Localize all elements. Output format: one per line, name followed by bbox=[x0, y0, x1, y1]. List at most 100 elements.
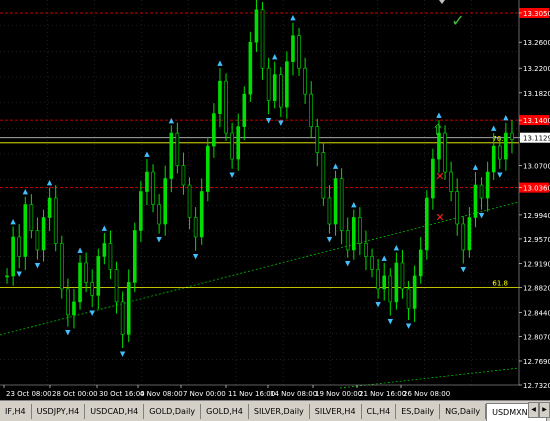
candle-body bbox=[351, 217, 356, 251]
fractal-up-marker: ▲ bbox=[144, 150, 150, 158]
scroll-left-icon[interactable]: ◀ bbox=[528, 402, 539, 418]
price-axis-label: 12.8440 bbox=[523, 309, 550, 317]
candle-body bbox=[218, 80, 222, 114]
date-axis-label: 14 Nov 08:00 bbox=[270, 390, 317, 398]
date-axis-label: 11 Nov 16:00 bbox=[228, 390, 275, 398]
fib-level-label: 61.8 bbox=[492, 280, 508, 288]
fractal-up-marker: ▲ bbox=[382, 254, 388, 262]
candle-body bbox=[485, 171, 490, 199]
date-axis-label: 21 Nov 16:00 bbox=[359, 390, 406, 398]
candle-body bbox=[242, 93, 247, 127]
fractal-up-marker: ▲ bbox=[491, 124, 497, 132]
candle-body bbox=[327, 197, 332, 225]
candle-body bbox=[418, 249, 423, 277]
fractal-up-marker: ▲ bbox=[77, 246, 83, 254]
candle-body bbox=[303, 67, 307, 95]
fractal-down-marker: ▼ bbox=[120, 350, 126, 358]
candle-body bbox=[53, 197, 58, 244]
symbol-tab[interactable]: USDCAD,H4 bbox=[85, 404, 145, 419]
candle-body bbox=[424, 197, 429, 251]
candle-body bbox=[467, 217, 472, 251]
symbol-tab[interactable]: CL,H4 bbox=[362, 404, 397, 419]
fractal-down-marker: ▼ bbox=[388, 318, 394, 326]
price-axis-label: 12.9570 bbox=[523, 236, 550, 244]
candle-body bbox=[199, 191, 204, 238]
price-axis-label: 13.3050 bbox=[523, 10, 550, 18]
fractal-down-marker: ▼ bbox=[266, 116, 272, 124]
up-arrow-icon: ⇧ bbox=[432, 121, 445, 139]
price-axis-label: 13.2200 bbox=[523, 65, 550, 73]
cross-icon: ✕ bbox=[435, 170, 444, 183]
fractal-up-marker: ▲ bbox=[290, 14, 296, 22]
price-axis-label: 13.0700 bbox=[523, 163, 550, 171]
chart-shift-icon[interactable] bbox=[439, 0, 445, 4]
candle-body bbox=[59, 243, 64, 290]
candle-body bbox=[157, 204, 161, 225]
candle-body bbox=[382, 275, 387, 290]
fractal-down-marker: ▼ bbox=[327, 236, 333, 244]
scroll-right-icon[interactable]: ▶ bbox=[539, 402, 550, 418]
candle-body bbox=[333, 178, 338, 225]
candle-body bbox=[66, 288, 70, 316]
fractal-down-marker: ▼ bbox=[375, 301, 381, 309]
candle-body bbox=[376, 269, 380, 290]
current-price-label: 13.1129 bbox=[523, 135, 550, 143]
candle-body bbox=[278, 74, 283, 108]
candle-body bbox=[473, 184, 478, 218]
candle-body bbox=[181, 165, 186, 186]
candle-body bbox=[84, 262, 88, 283]
fractal-down-marker: ▼ bbox=[479, 212, 485, 220]
candle-body bbox=[266, 67, 271, 101]
candle-body bbox=[449, 171, 453, 192]
candle-body bbox=[41, 217, 46, 251]
candle-body bbox=[96, 256, 101, 296]
date-axis-label: 23 Oct 08:00 bbox=[6, 390, 52, 398]
check-icon: ✓ bbox=[451, 11, 464, 30]
fractal-up-marker: ▲ bbox=[351, 201, 357, 209]
candle-body bbox=[187, 184, 192, 218]
candle-body bbox=[248, 41, 253, 95]
date-axis-label: 26 Nov 08:00 bbox=[403, 390, 450, 398]
candle-body bbox=[145, 171, 149, 192]
fractal-down-marker: ▼ bbox=[65, 329, 71, 337]
symbol-tab[interactable]: NG,Daily bbox=[440, 404, 487, 419]
symbol-tab-bar: IF,H4 USDJPY,H4 USDCAD,H4 GOLD,Daily GOLD,H4… bbox=[0, 400, 550, 421]
date-axis-label: 4 Nov 08:00 bbox=[140, 390, 183, 398]
fractal-down-marker: ▼ bbox=[35, 262, 41, 270]
candle-body bbox=[285, 61, 289, 108]
symbol-tab[interactable]: SILVER,H4 bbox=[310, 404, 362, 419]
candle-body bbox=[412, 275, 417, 309]
candle-body bbox=[497, 145, 502, 160]
symbol-tab[interactable]: IF,H4 bbox=[0, 404, 32, 419]
candle-body bbox=[193, 217, 198, 238]
candle-body bbox=[479, 184, 484, 199]
candle-body bbox=[394, 262, 399, 303]
candle-body bbox=[260, 9, 265, 69]
candle-body bbox=[205, 145, 210, 192]
date-axis-label: 28 Oct 00:00 bbox=[52, 390, 98, 398]
candle-body bbox=[254, 9, 259, 43]
fractal-down-marker: ▼ bbox=[90, 309, 96, 317]
candle-body bbox=[151, 171, 155, 205]
candle-body bbox=[358, 217, 362, 244]
fractal-down-marker: ▼ bbox=[156, 236, 162, 244]
symbol-tab[interactable]: ES,Daily bbox=[396, 404, 441, 419]
candle-body bbox=[309, 93, 314, 127]
cross-icon: ✕ bbox=[435, 211, 444, 224]
candle-body bbox=[108, 243, 113, 270]
price-axis-label: 13.2600 bbox=[523, 39, 550, 47]
fractal-up-marker: ▲ bbox=[217, 59, 223, 67]
candle-body bbox=[339, 178, 344, 231]
symbol-tab[interactable]: GOLD,Daily bbox=[144, 404, 202, 419]
symbol-tab[interactable]: GOLD,H4 bbox=[201, 404, 249, 419]
candle-body bbox=[132, 230, 137, 283]
candle-body bbox=[236, 126, 241, 160]
price-chart[interactable]: 76.461.8▲▼▲▼▲▼▲▼▲▼▲▼▲▼▲▼▲▼▲▼▲▼▲▼▲▼▲▼▲▼▲▼… bbox=[0, 0, 550, 400]
candle-body bbox=[455, 191, 460, 225]
candle-body bbox=[406, 288, 411, 309]
symbol-tab[interactable]: SILVER,Daily bbox=[249, 404, 310, 419]
fractal-down-marker: ▼ bbox=[497, 171, 503, 179]
symbol-tab[interactable]: USDJPY,H4 bbox=[32, 404, 86, 419]
price-axis-label: 12.8070 bbox=[523, 333, 550, 341]
fractal-up-marker: ▲ bbox=[102, 224, 108, 232]
